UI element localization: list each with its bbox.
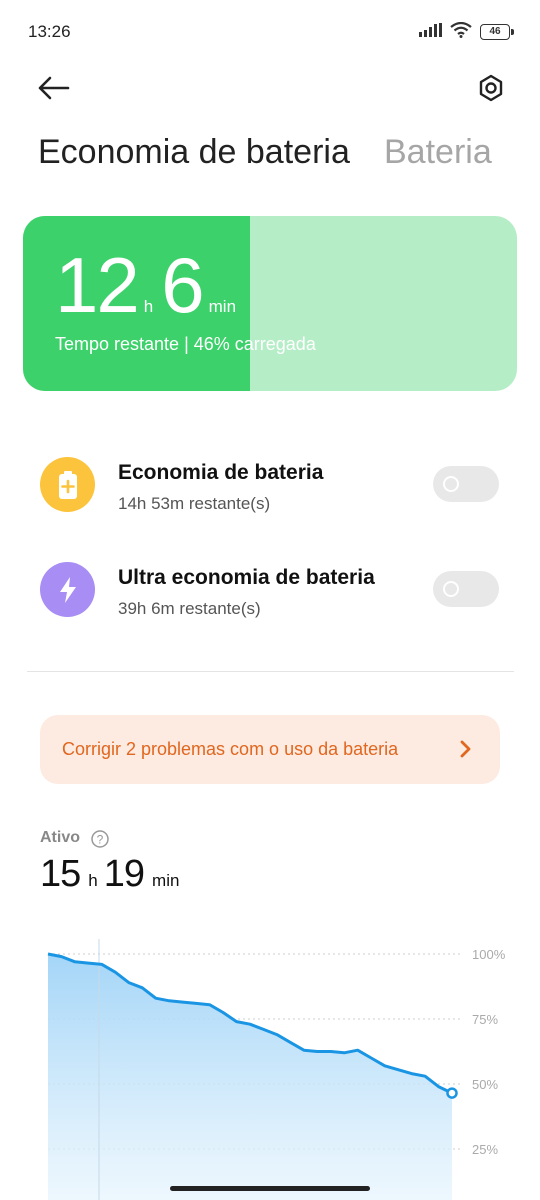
fix-issues-banner[interactable]: Corrigir 2 problemas com o uso da bateri… (40, 715, 500, 784)
fix-issues-text: Corrigir 2 problemas com o uso da bateri… (62, 739, 399, 759)
back-button[interactable] (30, 68, 76, 108)
battery-saver-title: Economia de bateria (118, 461, 324, 484)
remaining-hours: 12 (55, 241, 140, 329)
battery-plus-icon (40, 457, 95, 512)
battery-saver-row[interactable]: Economia de bateria 14h 53m restante(s) (0, 450, 540, 540)
remaining-minutes-unit: min (208, 297, 237, 316)
settings-button[interactable] (468, 68, 514, 108)
status-time: 13:26 (28, 22, 71, 41)
signal-icon (418, 22, 442, 42)
home-indicator[interactable] (170, 1186, 370, 1191)
remaining-minutes: 6 (161, 241, 204, 329)
chart-current-point (446, 1087, 458, 1099)
battery-level-chart: 100% 75% 50% 25% (47, 939, 506, 1200)
battery-icon: 46 (480, 24, 514, 40)
ultra-battery-saver-subtitle: 39h 6m restante(s) (118, 599, 261, 618)
wifi-icon (450, 21, 472, 43)
remaining-time: 12 h 6 min (55, 240, 244, 331)
active-label: Ativo (40, 829, 80, 846)
chart-y-tick-label: 25% (472, 1142, 498, 1157)
ultra-battery-saver-title: Ultra economia de bateria (118, 566, 375, 589)
divider (27, 671, 514, 672)
active-minutes: 19 (103, 853, 145, 895)
help-icon[interactable]: ? (90, 829, 110, 849)
chevron-right-icon (460, 740, 471, 758)
ultra-battery-saver-toggle[interactable] (433, 571, 499, 607)
active-time: 15 h 19 min (40, 853, 185, 896)
remaining-subtitle: Tempo restante | 46% carregada (55, 334, 316, 354)
battery-card: 12 h 6 min Tempo restante | 46% carregad… (23, 216, 517, 391)
tab-battery-saver[interactable]: Economia de bateria (38, 133, 350, 172)
hexagon-settings-icon (479, 74, 503, 102)
active-minutes-unit: min (152, 871, 180, 890)
battery-saver-subtitle: 14h 53m restante(s) (118, 494, 271, 513)
svg-text:?: ? (97, 833, 104, 847)
lightning-bolt-icon (40, 562, 95, 617)
active-hours: 15 (40, 853, 81, 895)
status-icons: 46 (418, 21, 514, 43)
chart-y-tick-label: 75% (472, 1012, 498, 1027)
chart-y-tick-label: 100% (472, 947, 506, 962)
remaining-hours-unit: h (143, 297, 154, 316)
active-hours-unit: h (88, 871, 98, 890)
tab-battery[interactable]: Bateria (384, 133, 492, 172)
ultra-battery-saver-row[interactable]: Ultra economia de bateria 39h 6m restant… (0, 555, 540, 645)
chart-area (48, 954, 452, 1200)
battery-saver-toggle[interactable] (433, 466, 499, 502)
arrow-left-icon (38, 76, 70, 100)
chart-y-tick-label: 50% (472, 1077, 498, 1092)
